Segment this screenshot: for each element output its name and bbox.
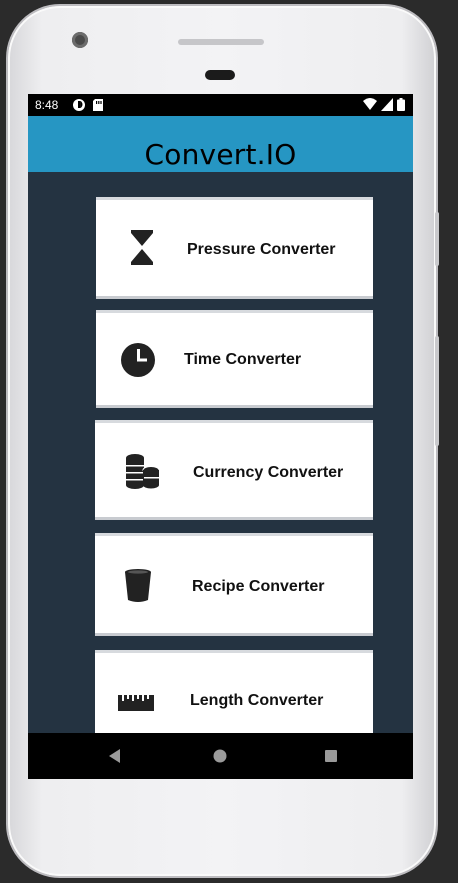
screen: 8:48 Convert.IO Pressure Converter Time …: [28, 94, 413, 779]
home-icon[interactable]: [209, 745, 231, 767]
time-converter-card[interactable]: Time Converter: [96, 313, 373, 405]
currency-converter-label: Currency Converter: [193, 464, 344, 481]
recents-icon[interactable]: [320, 745, 342, 767]
pressure-converter-label: Pressure Converter: [187, 241, 336, 258]
signal-icon: [381, 98, 393, 111]
app-bar: Convert.IO: [28, 116, 413, 172]
status-icons-right: [363, 98, 405, 111]
status-bar: 8:48: [28, 94, 413, 116]
power-button: [435, 336, 439, 446]
status-icons-left: [72, 98, 104, 112]
clock-icon: [121, 343, 155, 377]
length-converter-card[interactable]: Length Converter: [95, 653, 373, 739]
back-icon[interactable]: [104, 745, 126, 767]
navigation-bar: [28, 733, 413, 779]
sd-card-icon: [93, 99, 103, 111]
pressure-converter-card[interactable]: Pressure Converter: [96, 200, 373, 296]
app-title: Convert.IO: [144, 138, 297, 171]
recipe-converter-card[interactable]: Recipe Converter: [95, 536, 373, 633]
phone-frame: 8:48 Convert.IO Pressure Converter Time …: [8, 6, 439, 876]
proximity-sensor: [205, 70, 235, 80]
wifi-icon: [363, 98, 377, 110]
front-camera: [72, 32, 88, 48]
pressure-icon: [131, 230, 153, 265]
earpiece-speaker: [178, 39, 264, 45]
currency-converter-card[interactable]: Currency Converter: [95, 423, 373, 517]
ruler-icon: [118, 695, 154, 711]
time-converter-label: Time Converter: [184, 351, 302, 368]
battery-icon: [397, 98, 405, 111]
volume-button: [435, 212, 439, 266]
recipe-converter-label: Recipe Converter: [192, 578, 325, 595]
coins-icon: [126, 454, 160, 489]
length-converter-label: Length Converter: [190, 692, 324, 709]
sync-icon: [73, 99, 85, 111]
status-time: 8:48: [35, 98, 59, 112]
cup-icon: [125, 569, 151, 602]
